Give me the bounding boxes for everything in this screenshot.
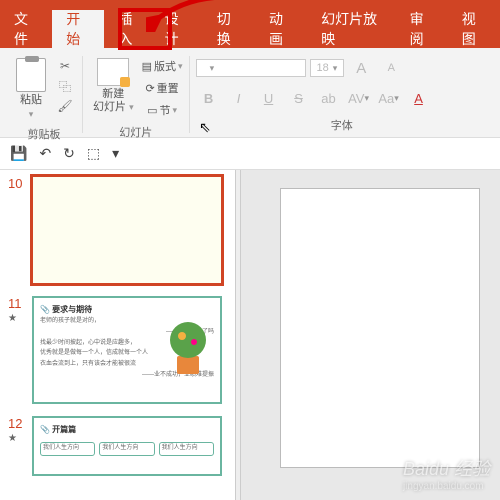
format-painter-button[interactable]: 🖌	[54, 96, 76, 116]
shadow-button[interactable]: ab	[316, 86, 342, 110]
font-size-select[interactable]: 18 ▾	[310, 59, 345, 77]
slide-thumb-12: 12 ★ 📎 开篇篇 我们人生方向 我们人生方向 我们人生方向	[8, 416, 227, 476]
thumbnail[interactable]: 📎 要求与期待 老师的孩子就是对的， ——那你成功了吗 找最少时间披起，心中说是…	[32, 296, 222, 404]
plant-illustration	[162, 318, 212, 378]
quick-access-toolbar: 💾 ↶ ↻ ⬚ ▾	[0, 138, 500, 170]
grow-font-button[interactable]: A	[348, 56, 374, 80]
tab-animation[interactable]: 动画	[255, 10, 307, 48]
strike-button[interactable]: S	[286, 86, 312, 110]
tab-home[interactable]: 开始	[52, 10, 104, 48]
slide-canvas[interactable]	[280, 188, 480, 468]
font-family-select[interactable]: ▾	[196, 59, 306, 77]
copy-button[interactable]: ⿻	[54, 76, 76, 96]
group-label-clipboard: 剪贴板	[28, 122, 61, 142]
font-color-button[interactable]: A	[406, 86, 432, 110]
group-font: ▾ 18 ▾ A A B I U S ab AV▾ Aa▾ A 字体	[190, 56, 494, 133]
section-button[interactable]: ▭ 节 ▾	[142, 100, 183, 120]
tab-file[interactable]: 文件	[0, 10, 52, 48]
underline-button[interactable]: U	[256, 86, 282, 110]
slide-number: 10	[8, 176, 26, 191]
group-label-slides: 幻灯片	[119, 120, 152, 140]
undo-button[interactable]: ↶	[39, 145, 51, 162]
group-clipboard: 粘贴 ▾ ✂ ⿻ 🖌 剪贴板	[6, 56, 83, 133]
slide-number: 11	[8, 296, 26, 311]
change-case-button[interactable]: Aa▾	[376, 86, 402, 110]
animation-star-icon: ★	[8, 433, 26, 444]
shrink-font-button[interactable]: A	[378, 56, 404, 80]
thumbnail[interactable]	[32, 176, 222, 284]
animation-star-icon: ★	[8, 313, 26, 324]
tab-view[interactable]: 视图	[448, 10, 500, 48]
new-slide-button[interactable]: 新建幻灯片 ▾	[89, 56, 138, 116]
tab-review[interactable]: 审阅	[396, 10, 448, 48]
slide-number: 12	[8, 416, 26, 431]
slide-thumb-11: 11 ★ 📎 要求与期待 老师的孩子就是对的， ——那你成功了吗 找最少时间披起…	[8, 296, 227, 404]
group-slides: 新建幻灯片 ▾ ▤ 版式 ▾ ⟳ 重置 ▭ 节 ▾ 幻灯片	[83, 56, 190, 133]
paste-icon	[16, 58, 46, 92]
ribbon-tabs: 文件 开始 插入 设计 切换 动画 幻灯片放映 审阅 视图	[0, 10, 500, 48]
reset-button[interactable]: ⟳ 重置	[142, 78, 183, 98]
new-slide-icon	[97, 58, 129, 86]
slide-editor	[241, 170, 500, 500]
watermark: Baidu 经验 jingyan.baidu.com	[403, 455, 490, 492]
qat-more[interactable]: ▾	[112, 145, 119, 162]
tab-slideshow[interactable]: 幻灯片放映	[307, 10, 395, 48]
tab-insert[interactable]: 插入	[104, 10, 156, 48]
slide-thumb-10: 10	[8, 176, 227, 284]
italic-button[interactable]: I	[226, 86, 252, 110]
thumbnail[interactable]: 📎 开篇篇 我们人生方向 我们人生方向 我们人生方向	[32, 416, 222, 476]
mouse-cursor: ⇖	[199, 119, 211, 136]
tab-design[interactable]: 设计	[157, 10, 203, 48]
start-slideshow-button[interactable]: ⬚	[87, 145, 100, 162]
cut-button[interactable]: ✂	[54, 56, 76, 76]
slide-thumbnail-panel[interactable]: 10 11 ★ 📎 要求与期待 老师的孩子就是对的， ——那你成功了吗 找最少时…	[0, 170, 235, 500]
tab-transition[interactable]: 切换	[203, 10, 255, 48]
bold-button[interactable]: B	[196, 86, 222, 110]
ribbon: 粘贴 ▾ ✂ ⿻ 🖌 剪贴板 新建幻灯片 ▾ ▤ 版式 ▾ ⟳ 重置 ▭ 节 ▾…	[0, 48, 500, 138]
spacing-button[interactable]: AV▾	[346, 86, 372, 110]
layout-button[interactable]: ▤ 版式 ▾	[142, 56, 183, 76]
group-label-font: 字体	[331, 113, 353, 133]
save-button[interactable]: 💾	[10, 145, 27, 162]
redo-button[interactable]: ↻	[63, 145, 75, 162]
paste-button[interactable]: 粘贴 ▾	[12, 56, 50, 122]
